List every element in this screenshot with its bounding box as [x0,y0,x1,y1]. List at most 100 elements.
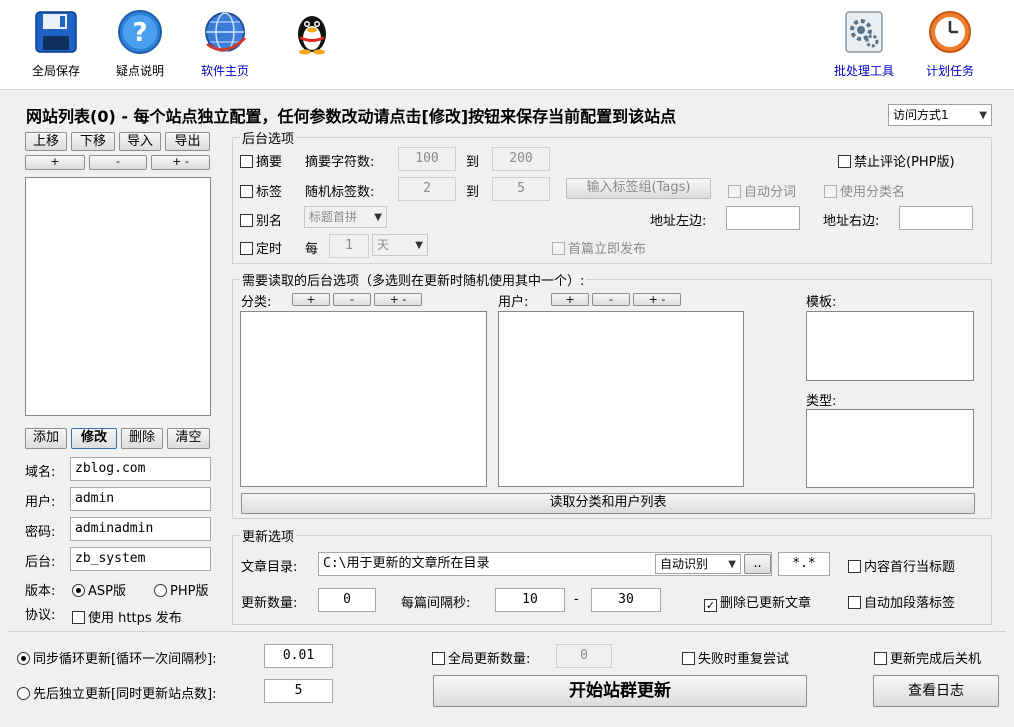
first-line-title-checkbox[interactable]: 内容首行当标题 [848,556,955,575]
homepage-button[interactable]: 软件主页 [187,6,263,86]
summary-max-input[interactable]: 200 [492,147,550,171]
url-right-label: 地址右边: [823,214,880,229]
faq-button[interactable]: ? 疑点说明 [102,6,178,86]
modify-site-button[interactable]: 修改 [71,428,117,449]
tags-checkbox[interactable]: 标签 [240,181,282,200]
checkbox-box [432,652,445,665]
user-list[interactable] [498,311,744,487]
checkbox-box [848,560,861,573]
global-count-checkbox[interactable]: 全局更新数量: [432,648,530,667]
category-add-button[interactable]: + [292,293,330,306]
move-up-button[interactable]: 上移 [25,132,67,151]
update-count-input[interactable]: 0 [318,588,376,612]
clear-sites-button[interactable]: 清空 [167,428,210,449]
qq-penguin-icon [288,8,336,56]
qq-button[interactable] [274,6,350,86]
view-log-button[interactable]: 查看日志 [873,675,999,707]
tags-max-input[interactable]: 5 [492,177,550,201]
user-remove-button[interactable]: - [592,293,630,306]
batch-tools-button[interactable]: 批处理工具 [826,6,902,86]
url-left-input[interactable] [726,206,800,230]
auto-segment-checkbox[interactable]: 自动分词 [728,181,796,200]
time-unit-select[interactable]: 天 ▼ [372,234,428,256]
checkbox-box [848,596,861,609]
password-input[interactable]: adminadmin [70,517,211,541]
interval-min-input[interactable]: 10 [495,588,565,612]
sync-loop-label: 同步循环更新[循环一次间隔秒]: [33,652,217,667]
tags-min-input[interactable]: 2 [398,177,456,201]
radio-dot [154,584,167,597]
category-label: 分类: [241,295,272,310]
sequential-radio[interactable]: 先后独立更新[同时更新站点数]: [17,683,217,702]
timed-label: 定时 [256,242,283,257]
domain-input[interactable]: zblog.com [70,457,211,481]
encoding-value: 自动识别 [660,557,709,571]
user-toggle-button[interactable]: + - [633,293,681,306]
batch-tools-label: 批处理工具 [833,64,894,78]
chevron-down-icon: ▼ [979,110,987,121]
save-all-button[interactable]: 全局保存 [18,6,94,86]
scheduled-tasks-button[interactable]: 计划任务 [912,6,988,86]
import-button[interactable]: 导入 [119,132,161,151]
delete-updated-checkbox[interactable]: ✓ 删除已更新文章 [704,592,811,612]
category-toggle-button[interactable]: + - [374,293,422,306]
input-tag-group-button[interactable]: 输入标签组(Tags) [566,178,711,199]
version-php-radio[interactable]: PHP版 [154,580,208,599]
site-list[interactable] [25,177,211,416]
backend-input[interactable]: zb_system [70,547,211,571]
template-list[interactable] [806,311,974,381]
user-add-button[interactable]: + [551,293,589,306]
encoding-select[interactable]: 自动识别 ▼ [655,554,741,574]
type-list[interactable] [806,409,974,488]
radio-dot [72,584,85,597]
category-list[interactable] [240,311,487,487]
use-category-name-checkbox[interactable]: 使用分类名 [824,181,905,200]
global-count-input[interactable]: 0 [556,644,612,668]
alias-mode-select[interactable]: 标题首拼 ▼ [304,206,387,228]
use-https-checkbox[interactable]: 使用 https 发布 [72,607,182,626]
site-remove-row-button[interactable]: - [89,155,147,170]
read-categories-users-button[interactable]: 读取分类和用户列表 [241,493,975,514]
shutdown-after-checkbox[interactable]: 更新完成后关机 [874,648,981,667]
auto-paragraph-tags-label: 自动加段落标签 [864,596,956,611]
timed-checkbox[interactable]: 定时 [240,238,282,257]
file-pattern-input[interactable]: *.* [778,552,830,576]
concurrent-sites-input[interactable]: 5 [264,679,333,703]
add-site-button[interactable]: 添加 [25,428,67,449]
type-label: 类型: [806,394,837,409]
start-update-button[interactable]: 开始站群更新 [433,675,807,707]
user-input[interactable]: admin [70,487,211,511]
global-count-label: 全局更新数量: [448,652,531,667]
save-all-label: 全局保存 [31,64,80,78]
sync-interval-input[interactable]: 0.01 [264,644,333,668]
summary-checkbox[interactable]: 摘要 [240,151,282,170]
checkbox-box [72,611,85,624]
homepage-label: 软件主页 [200,64,249,78]
no-comment-checkbox[interactable]: 禁止评论(PHP版) [838,151,955,170]
browse-button[interactable]: .. [744,554,771,574]
version-asp-radio[interactable]: ASP版 [72,580,126,599]
access-mode-select[interactable]: 访问方式1 ▼ [888,104,992,126]
site-toggle-button[interactable]: + - [151,155,210,170]
retry-on-fail-label: 失败时重复尝试 [698,652,790,667]
every-value-input[interactable]: 1 [329,234,369,258]
radio-dot [17,687,30,700]
auto-paragraph-tags-checkbox[interactable]: 自动加段落标签 [848,592,955,611]
delete-site-button[interactable]: 删除 [121,428,163,449]
retry-on-fail-checkbox[interactable]: 失败时重复尝试 [682,648,789,667]
summary-min-input[interactable]: 100 [398,147,456,171]
checkbox-box [552,242,565,255]
tags-to-label: 到 [466,185,480,200]
site-add-row-button[interactable]: + [25,155,85,170]
protocol-label: 协议: [25,608,56,623]
backend-options-title: 后台选项 [240,128,297,147]
category-remove-button[interactable]: - [333,293,371,306]
move-down-button[interactable]: 下移 [71,132,115,151]
export-button[interactable]: 导出 [165,132,210,151]
url-right-input[interactable] [899,206,973,230]
sync-loop-radio[interactable]: 同步循环更新[循环一次间隔秒]: [17,648,217,667]
first-publish-checkbox[interactable]: 首篇立即发布 [552,238,646,257]
alias-checkbox[interactable]: 别名 [240,210,282,229]
interval-max-input[interactable]: 30 [591,588,661,612]
gear-icon [840,8,888,56]
